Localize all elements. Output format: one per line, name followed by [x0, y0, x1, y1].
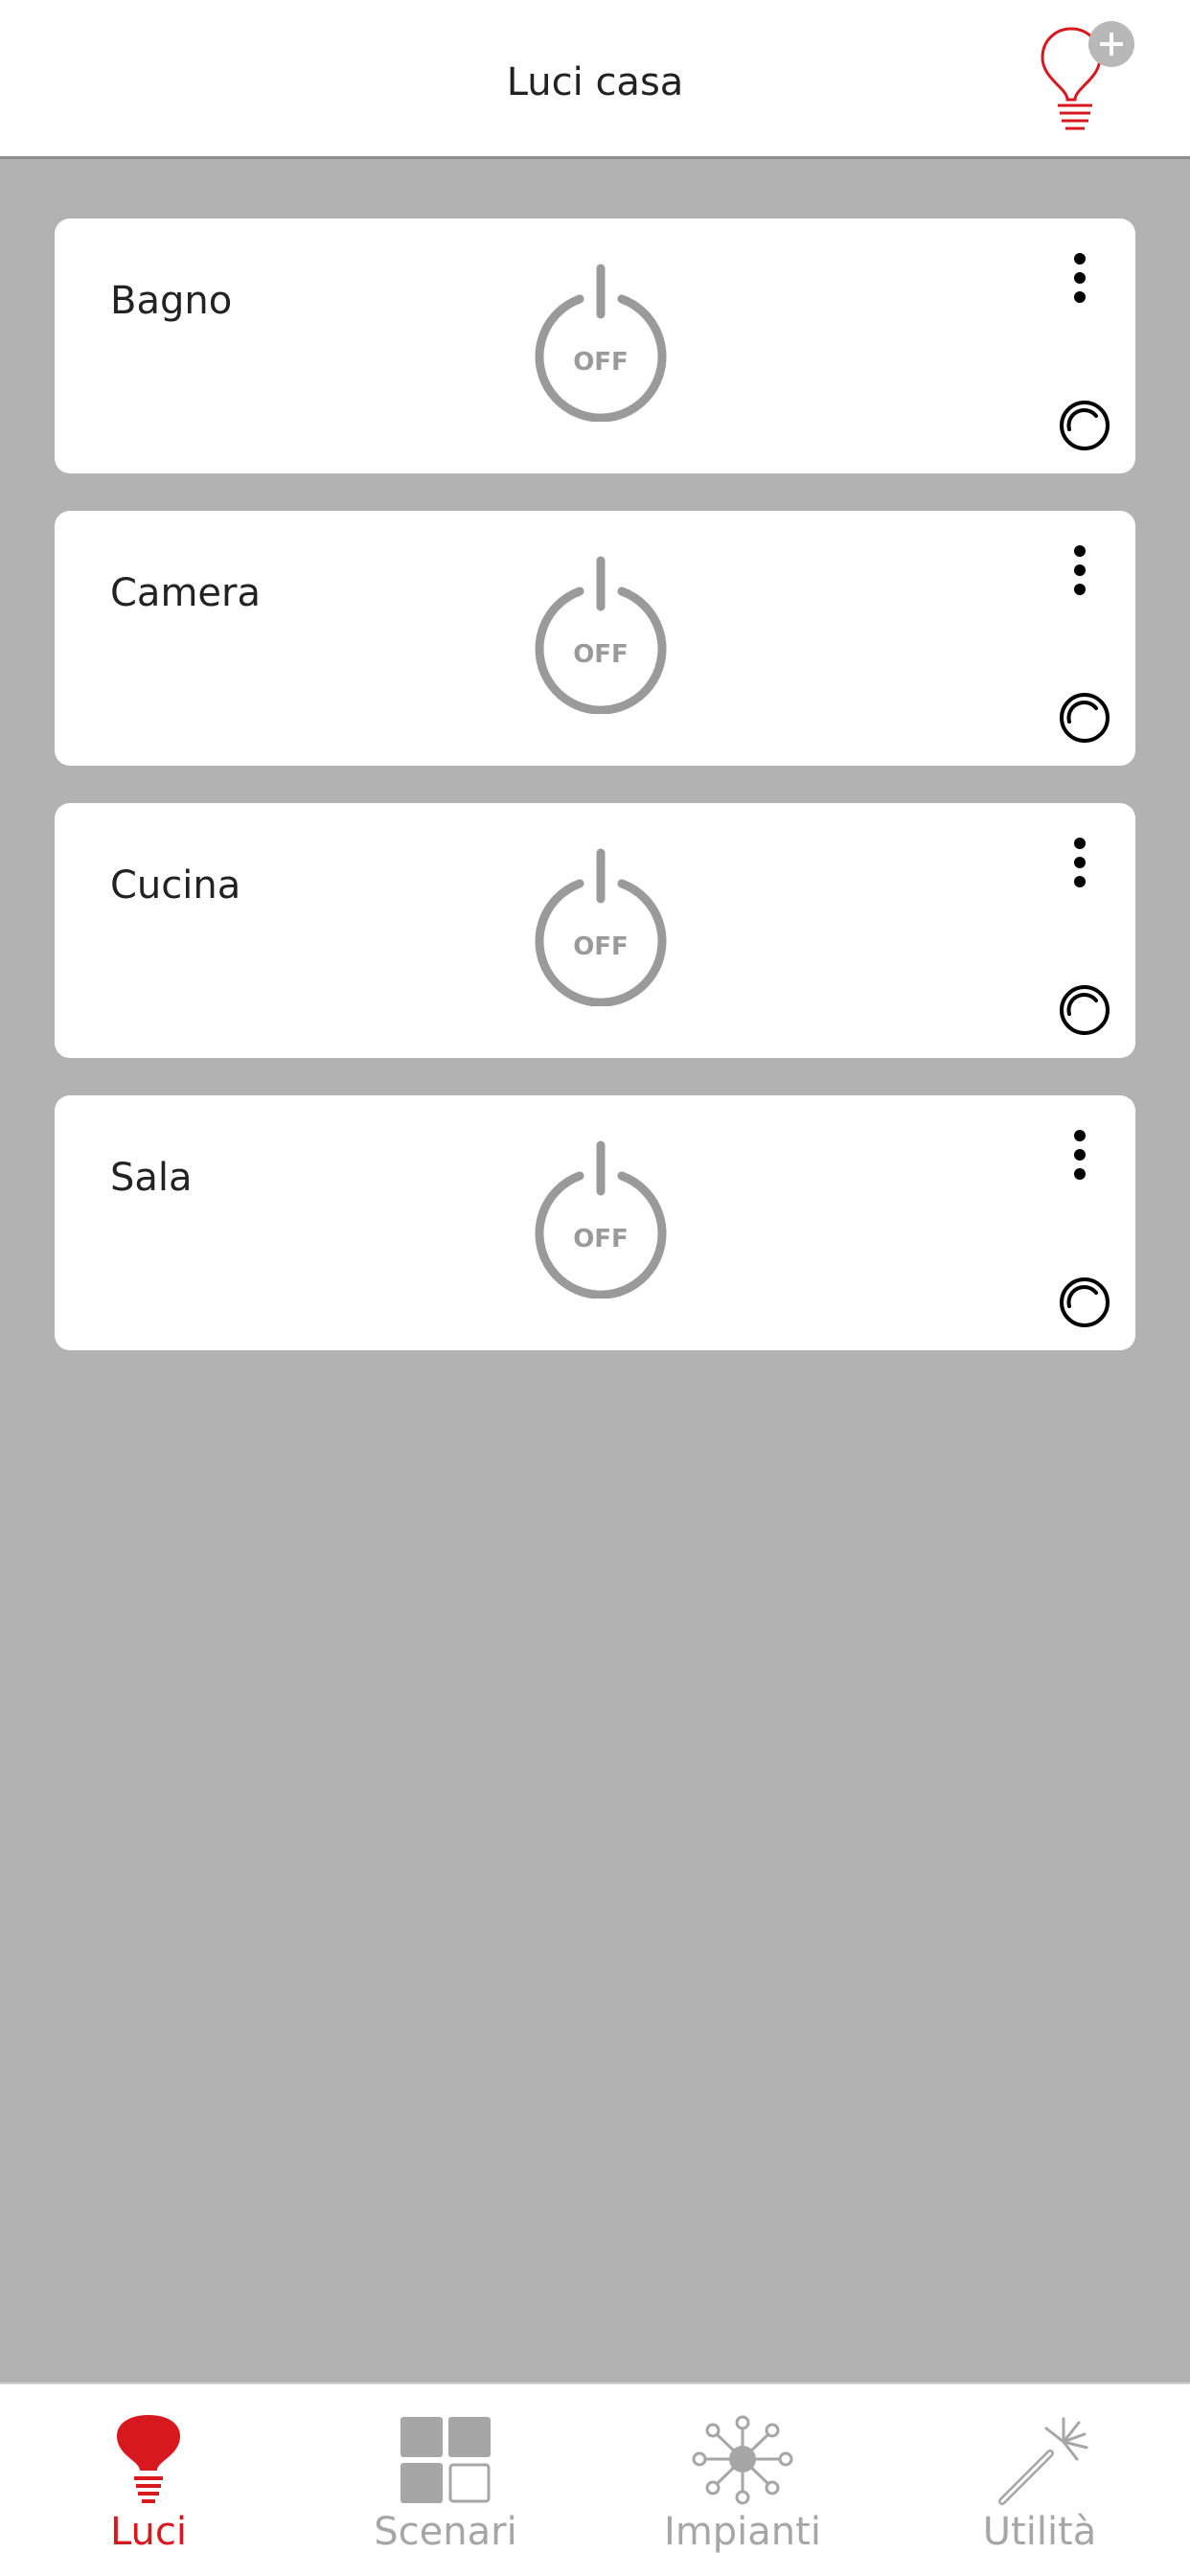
room-card-camera[interactable]: Camera OFF [55, 511, 1135, 766]
tab-impianti[interactable]: Impianti [594, 2384, 891, 2576]
power-state-label: OFF [573, 640, 629, 669]
header: Luci casa [0, 0, 1190, 159]
vertical-dots-icon [1074, 253, 1086, 303]
page-title: Luci casa [506, 60, 684, 104]
power-toggle-button[interactable]: OFF [524, 551, 677, 714]
dimmer-icon[interactable] [1056, 397, 1113, 454]
power-icon: OFF [535, 264, 667, 422]
tab-label: Luci [109, 2510, 188, 2554]
power-state-label: OFF [573, 932, 629, 961]
dimmer-icon[interactable] [1056, 1274, 1113, 1331]
room-card-sala[interactable]: Sala OFF [55, 1095, 1135, 1350]
room-name: Camera [110, 571, 261, 615]
add-light-button[interactable] [1035, 17, 1140, 132]
power-state-label: OFF [573, 348, 629, 377]
power-toggle-button[interactable]: OFF [524, 1136, 677, 1299]
more-options-button[interactable] [1061, 832, 1099, 893]
more-options-button[interactable] [1061, 247, 1099, 309]
tab-label: Scenari [374, 2510, 517, 2554]
power-icon: OFF [535, 556, 667, 714]
light-bulb-icon [96, 2413, 201, 2509]
tab-utilita[interactable]: Utilità [891, 2384, 1188, 2576]
network-hub-icon [690, 2413, 795, 2509]
tab-scenari[interactable]: Scenari [297, 2384, 594, 2576]
power-toggle-button[interactable]: OFF [524, 843, 677, 1006]
bottom-tab-bar: Luci Scenari Impianti Utilità [0, 2382, 1190, 2576]
dimmer-icon[interactable] [1056, 981, 1113, 1039]
power-icon: OFF [535, 1140, 667, 1299]
power-toggle-button[interactable]: OFF [524, 259, 677, 422]
room-name: Cucina [110, 863, 241, 908]
tab-label: Utilità [982, 2510, 1097, 2554]
room-name: Sala [110, 1156, 193, 1200]
room-card-bagno[interactable]: Bagno OFF [55, 218, 1135, 473]
more-options-button[interactable] [1061, 540, 1099, 601]
add-light-bulb-icon [1041, 21, 1134, 130]
vertical-dots-icon [1074, 838, 1086, 887]
vertical-dots-icon [1074, 1130, 1086, 1180]
magic-wand-icon [987, 2413, 1092, 2509]
dimmer-icon[interactable] [1056, 689, 1113, 747]
power-icon: OFF [535, 848, 667, 1006]
tab-label: Impianti [664, 2510, 821, 2554]
power-state-label: OFF [573, 1225, 629, 1254]
tab-luci[interactable]: Luci [0, 2384, 297, 2576]
scenes-grid-icon [393, 2413, 498, 2509]
more-options-button[interactable] [1061, 1124, 1099, 1185]
room-name: Bagno [110, 279, 233, 323]
room-card-cucina[interactable]: Cucina OFF [55, 803, 1135, 1058]
vertical-dots-icon [1074, 545, 1086, 595]
